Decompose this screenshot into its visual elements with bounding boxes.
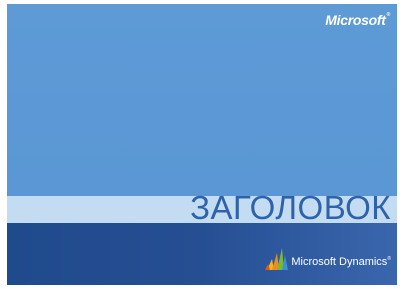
product-trademark: ®	[387, 256, 391, 262]
product-name: Microsoft Dynamics	[291, 256, 388, 268]
header-background	[7, 4, 397, 196]
trademark-symbol: ®	[386, 12, 391, 18]
slide: Microsoft® ЗАГОЛОВОК Microsoft Dynamics®	[7, 4, 397, 285]
slide-title: ЗАГОЛОВОК	[190, 189, 391, 226]
microsoft-dynamics-logo-icon	[265, 248, 289, 270]
microsoft-logo-text: Microsoft	[325, 12, 386, 28]
microsoft-dynamics-logo: Microsoft Dynamics®	[264, 245, 391, 271]
microsoft-dynamics-label: Microsoft Dynamics®	[291, 256, 391, 268]
microsoft-logo: Microsoft®	[325, 12, 390, 28]
